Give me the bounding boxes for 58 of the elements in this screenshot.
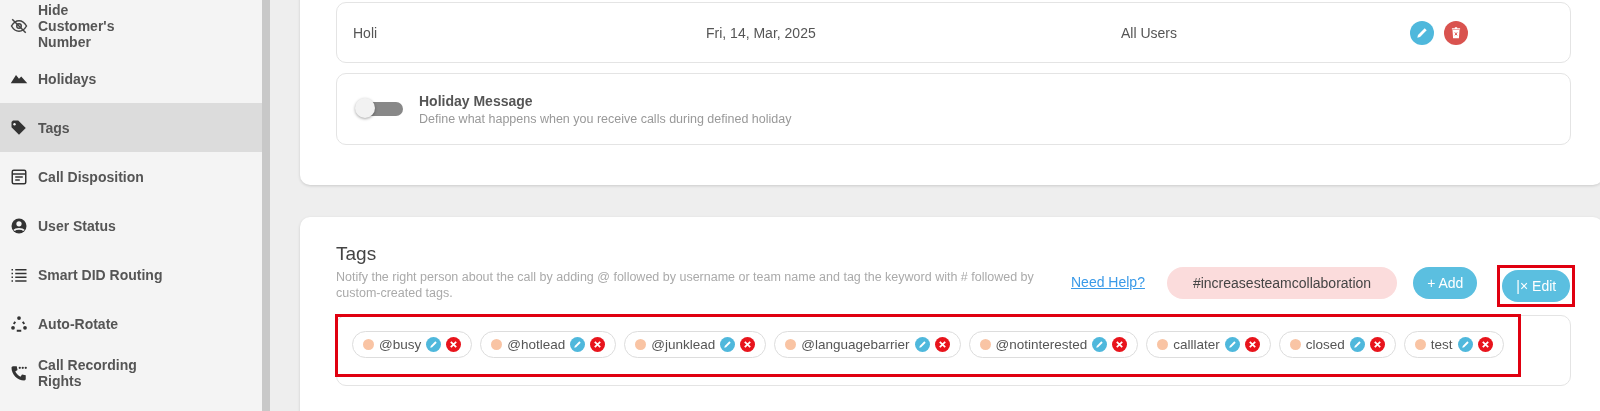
section-description: Notify the right person about the call by adding @ followed by username or team name and tag the keyword with # followed by custom-created tags.: [336, 269, 1035, 301]
dot-icon: [1157, 339, 1169, 350]
edit-icon[interactable]: [914, 337, 930, 352]
tag-icon: [10, 118, 28, 137]
tag-label: @busy: [379, 337, 422, 352]
dot-icon: [785, 339, 797, 350]
sidebar-item[interactable]: Hide Customer's Number: [0, 0, 262, 54]
toggle-switch[interactable]: [355, 100, 403, 118]
phone-icon: [10, 363, 28, 382]
tag-label: calllater: [1173, 337, 1220, 352]
holiday-message-description: Define what happens when you receive calls during defined holiday: [419, 111, 792, 126]
sidebar-item[interactable]: Auto-Rotate: [0, 299, 262, 348]
eye-off-icon: [10, 17, 28, 35]
tag-label: @notinterested: [995, 337, 1088, 352]
tag-label: @languagebarrier: [801, 337, 910, 352]
edit-icon[interactable]: [720, 337, 736, 352]
holiday-name: Holi: [353, 24, 379, 41]
tag-label: closed: [1305, 337, 1345, 352]
tag-label: @junklead: [651, 337, 716, 352]
close-icon[interactable]: [590, 337, 606, 352]
mountain-icon: [10, 73, 28, 84]
user-icon: [10, 216, 28, 235]
close-icon[interactable]: [446, 337, 462, 352]
holiday-message-title: Holiday Message: [419, 92, 534, 109]
sidebar-item[interactable]: Smart DID Routing: [0, 250, 262, 299]
form-icon: [10, 167, 28, 186]
sidebar-item[interactable]: Tags: [0, 103, 262, 152]
tag-label: test: [1430, 337, 1453, 352]
dot-icon: [979, 339, 991, 350]
sidebar-item[interactable]: User Status: [0, 201, 262, 250]
edit-icon[interactable]: [426, 337, 442, 352]
dot-icon: [635, 339, 647, 350]
holiday-date: Fri, 14, Mar, 2025: [706, 24, 817, 41]
sidebar-item[interactable]: Holidays: [0, 54, 262, 103]
edit-icon[interactable]: [1349, 337, 1365, 352]
close-icon[interactable]: [1112, 337, 1128, 352]
dot-icon: [491, 339, 503, 350]
edit-icon[interactable]: [1410, 20, 1435, 45]
section-title: Tags: [336, 243, 378, 265]
hashtag-chip: #increasesteamcollaboration: [1166, 267, 1398, 299]
close-icon[interactable]: [934, 337, 950, 352]
edit-icon[interactable]: [570, 337, 586, 352]
close-icon[interactable]: [740, 337, 756, 352]
close-icon[interactable]: [1477, 337, 1493, 352]
edit-icon[interactable]: [1092, 337, 1108, 352]
dot-icon: [1414, 339, 1426, 350]
edit-icon[interactable]: [1457, 337, 1473, 352]
delete-icon[interactable]: [1444, 20, 1469, 45]
edit-icon[interactable]: [1224, 337, 1240, 352]
dot-icon: [363, 339, 374, 350]
tag-label: @hotlead: [507, 337, 566, 352]
sidebar-item[interactable]: Call Recording Rights: [0, 348, 262, 397]
recycle-icon: [10, 314, 28, 333]
sidebar-item[interactable]: Call Disposition: [0, 152, 262, 201]
close-icon[interactable]: [1369, 337, 1385, 352]
close-icon[interactable]: [1244, 337, 1260, 352]
dot-icon: [1289, 339, 1301, 350]
holiday-audience: All Users: [1121, 24, 1178, 41]
